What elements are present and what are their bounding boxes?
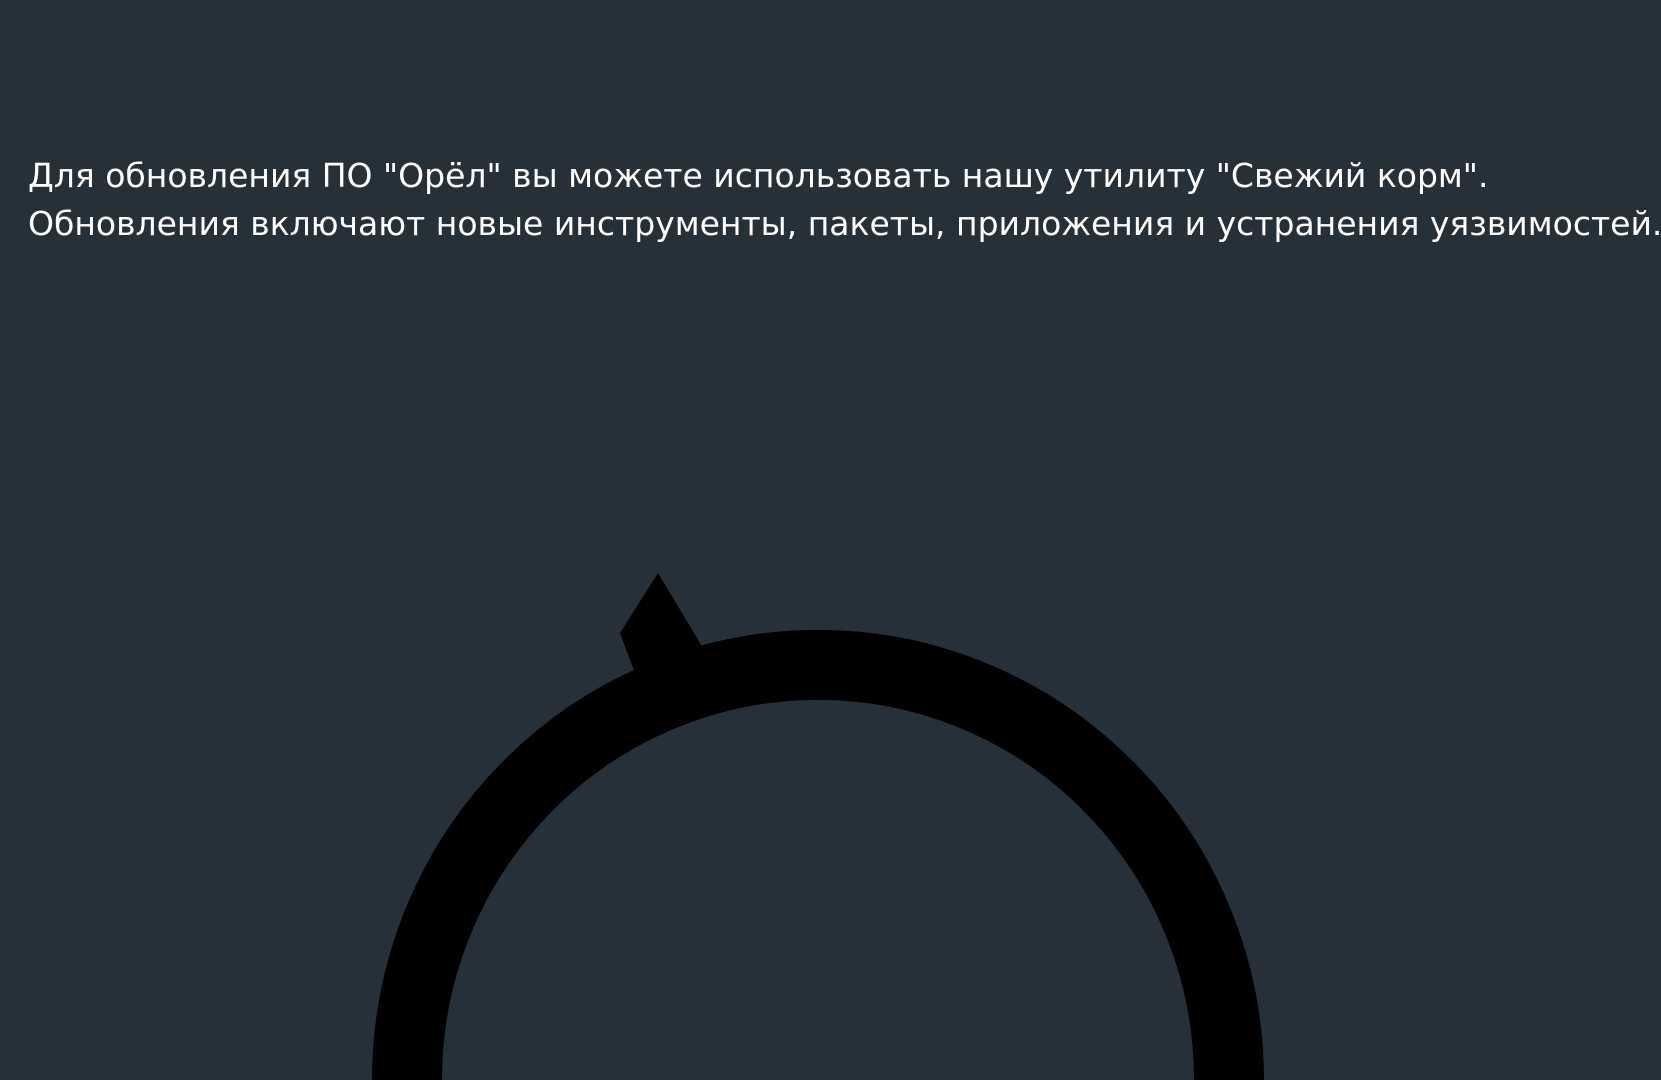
refresh-arc — [372, 630, 1264, 1080]
refresh-icon — [372, 573, 1264, 1080]
update-screen: Для обновления ПО "Орёл" вы можете испол… — [0, 0, 1661, 1080]
